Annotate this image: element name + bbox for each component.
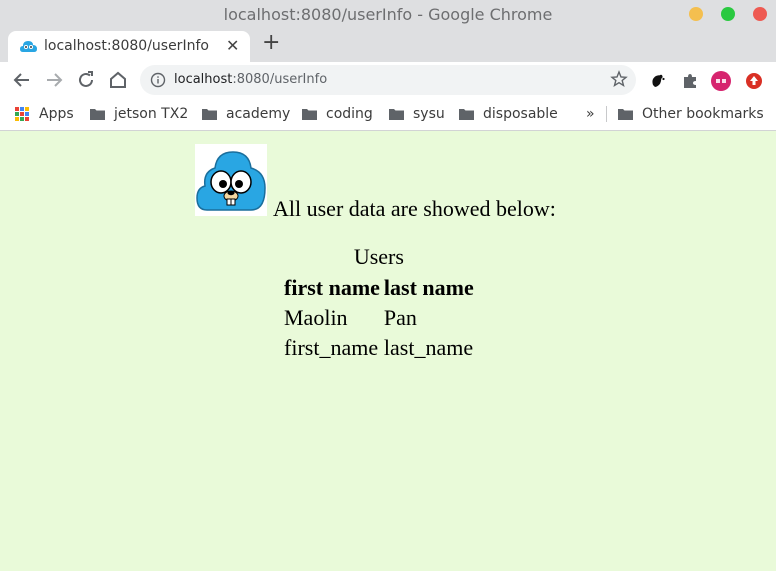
bookmark-folder-label: academy bbox=[226, 106, 291, 122]
table-header-row: first name last name bbox=[283, 274, 475, 302]
bookmark-folder-academy[interactable]: academy bbox=[202, 104, 290, 124]
maximize-button[interactable] bbox=[721, 7, 735, 21]
page-content: All user data are showed below: Users fi… bbox=[0, 131, 776, 571]
bookmark-other[interactable]: Other bookmarks bbox=[618, 104, 764, 124]
table-row: first_name last_name bbox=[283, 334, 475, 362]
folder-icon bbox=[202, 109, 217, 120]
address-bar[interactable]: localhost:8080/userInfo bbox=[140, 65, 636, 95]
folder-icon bbox=[90, 109, 105, 120]
url-path: :8080/userInfo bbox=[232, 72, 328, 87]
window-titlebar: localhost:8080/userInfo - Google Chrome bbox=[0, 0, 776, 28]
users-table: Users first name last name Maolin Pan fi… bbox=[281, 244, 477, 364]
forward-arrow-icon[interactable] bbox=[42, 68, 66, 92]
bookmark-apps[interactable]: Apps bbox=[15, 104, 74, 124]
folder-icon bbox=[618, 109, 633, 120]
bookmark-star-icon[interactable] bbox=[610, 70, 628, 88]
tab-title: localhost:8080/userInfo bbox=[44, 38, 209, 54]
close-window-button[interactable] bbox=[753, 7, 767, 21]
cell-last-name: last_name bbox=[383, 335, 474, 360]
url-host: localhost bbox=[174, 72, 233, 87]
browser-toolbar: localhost:8080/userInfo bbox=[0, 62, 776, 98]
intro-text: All user data are showed below: bbox=[273, 196, 556, 221]
bookmarks-overflow-button[interactable]: » bbox=[586, 104, 595, 124]
bookmark-folder-label: jetson TX2 bbox=[114, 106, 189, 122]
gopher-logo bbox=[195, 144, 267, 216]
new-tab-icon[interactable]: + bbox=[262, 31, 280, 55]
tab-userinfo[interactable]: localhost:8080/userInfo ✕ bbox=[8, 31, 250, 62]
reload-icon[interactable] bbox=[74, 68, 98, 92]
bookmark-folder-disposable[interactable]: disposable bbox=[459, 104, 558, 124]
folder-icon bbox=[459, 109, 474, 120]
info-icon[interactable] bbox=[150, 72, 166, 88]
column-header-last-name: last name bbox=[383, 275, 474, 300]
url-text: localhost:8080/userInfo bbox=[174, 72, 327, 87]
bookmarks-bar: Apps jetson TX2 academy coding sysu disp… bbox=[0, 98, 776, 131]
bookmarks-divider bbox=[606, 106, 607, 122]
gopher-icon bbox=[20, 41, 37, 52]
minimize-button[interactable] bbox=[689, 7, 703, 21]
folder-icon bbox=[302, 109, 317, 120]
bookmark-folder-jetson[interactable]: jetson TX2 bbox=[90, 104, 188, 124]
apps-grid-icon bbox=[15, 107, 29, 121]
table-row: Maolin Pan bbox=[283, 304, 475, 332]
overflow-chevron-icon: » bbox=[586, 106, 595, 122]
gnome-extension-icon[interactable] bbox=[648, 71, 668, 91]
back-arrow-icon[interactable] bbox=[10, 68, 34, 92]
bookmark-folder-sysu[interactable]: sysu bbox=[389, 104, 445, 124]
extensions-puzzle-icon[interactable] bbox=[680, 71, 700, 91]
close-tab-icon[interactable]: ✕ bbox=[226, 36, 239, 55]
tab-strip: localhost:8080/userInfo ✕ + bbox=[0, 28, 776, 62]
update-arrow-icon[interactable] bbox=[744, 71, 764, 91]
bookmark-folder-label: sysu bbox=[413, 106, 445, 122]
bookmark-folder-label: disposable bbox=[483, 106, 558, 122]
cell-first-name: Maolin bbox=[284, 305, 348, 330]
table-caption: Users bbox=[353, 244, 404, 269]
column-header-first-name: first name bbox=[284, 275, 380, 300]
profile-avatar-icon[interactable] bbox=[711, 71, 731, 91]
window-title: localhost:8080/userInfo - Google Chrome bbox=[223, 5, 553, 24]
bookmark-folder-label: coding bbox=[326, 106, 373, 122]
bookmark-folder-coding[interactable]: coding bbox=[302, 104, 373, 124]
cell-first-name: first_name bbox=[284, 335, 379, 360]
home-icon[interactable] bbox=[106, 68, 130, 92]
bookmark-other-label: Other bookmarks bbox=[642, 106, 764, 122]
cell-last-name: Pan bbox=[383, 305, 417, 330]
folder-icon bbox=[389, 109, 404, 120]
bookmark-apps-label: Apps bbox=[39, 106, 74, 122]
